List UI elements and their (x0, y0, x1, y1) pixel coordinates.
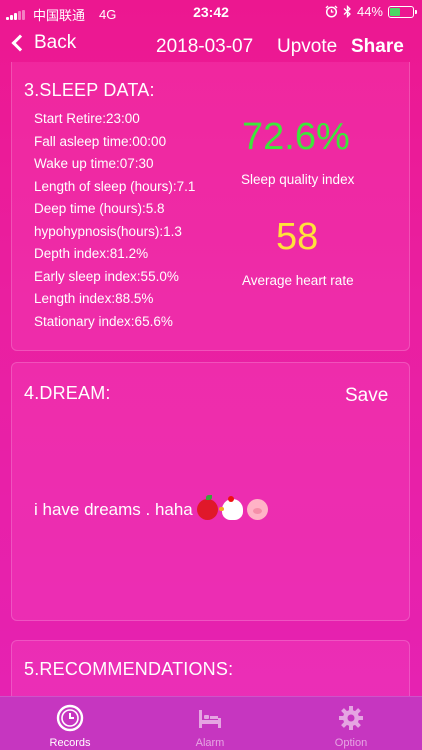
bed-icon (199, 710, 221, 728)
recommendations-title: 5.RECOMMENDATIONS: (24, 659, 234, 679)
sleep-item-hypohypnosis: hypohypnosis(hours):1.3 (34, 223, 182, 239)
record-date: 2018-03-07 (156, 36, 254, 57)
tab-records[interactable]: Records (20, 697, 120, 750)
battery-percent: 44% (356, 4, 383, 19)
battery-icon (388, 5, 417, 18)
sleep-quality-label: Sleep quality index (241, 172, 355, 187)
sleep-item-deep-time: Deep time (hours):5.8 (34, 201, 165, 216)
clock-icon (56, 704, 84, 732)
sleep-data-title: 3.SLEEP DATA: (24, 80, 155, 100)
dream-text-content: i have dreams . haha (34, 499, 193, 519)
tab-alarm[interactable]: Alarm (160, 697, 260, 750)
sleep-item-fall-asleep: Fall asleep time:00:00 (34, 133, 167, 149)
dream-title: 4.DREAM: (24, 383, 111, 403)
tab-records-label: Records (49, 737, 91, 749)
heart-rate-label: Average heart rate (242, 273, 354, 288)
save-button[interactable]: Save (345, 385, 388, 407)
heart-rate-value: 58 (276, 216, 319, 258)
status-bar: 中国联通 4G 23:42 44% (0, 0, 422, 24)
tab-option-label: Option (334, 737, 368, 749)
dream-text[interactable]: i have dreams . haha (34, 495, 268, 520)
sleep-item-length: Length of sleep (hours):7.1 (34, 178, 196, 194)
sleep-data-list: Start Retire:23:00 Fall asleep time:00:0… (34, 108, 195, 333)
sleep-item-early-sleep-index: Early sleep index:55.0% (34, 268, 179, 284)
gear-icon (339, 706, 363, 730)
back-button[interactable]: Back (8, 32, 76, 54)
sleep-item-wake-up: Wake up time:07:30 (34, 156, 154, 171)
tab-bar: Records Alarm Option (0, 696, 422, 750)
pig-icon (246, 499, 268, 520)
sleep-item-depth-index: Depth index:81.2% (34, 246, 149, 261)
sleep-data-card: 3.SLEEP DATA: Start Retire:23:00 Fall as… (11, 62, 410, 351)
sleep-item-start-retire: Start Retire:23:00 (34, 111, 140, 126)
upvote-button[interactable]: Upvote (277, 36, 337, 58)
dream-card[interactable]: 4.DREAM: Save i have dreams . haha (11, 362, 410, 621)
tab-option[interactable]: Option (301, 697, 401, 750)
chicken-icon (218, 496, 243, 520)
sleep-quality-value: 72.6% (242, 116, 350, 158)
back-label: Back (34, 32, 77, 53)
chevron-left-icon (11, 34, 29, 52)
sleep-item-length-index: Length index:88.5% (34, 291, 154, 306)
bluetooth-icon (343, 5, 351, 18)
sleep-item-stationary-index: Stationary index:65.6% (34, 313, 173, 329)
status-right: 44% (325, 4, 417, 19)
share-button[interactable]: Share (351, 36, 404, 58)
alarm-icon (325, 5, 338, 18)
tab-alarm-label: Alarm (195, 737, 225, 749)
apple-icon (196, 495, 218, 520)
